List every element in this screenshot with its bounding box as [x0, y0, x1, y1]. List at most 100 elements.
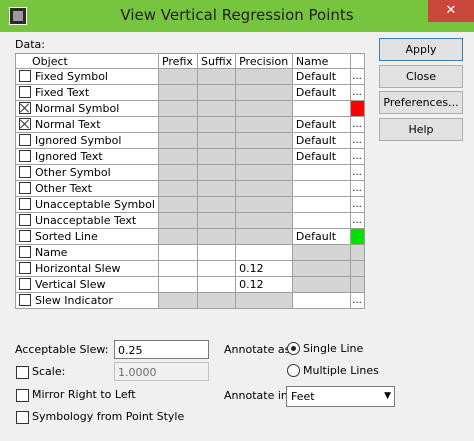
suffix-cell[interactable] [197, 276, 237, 293]
name-cell[interactable]: Default [292, 228, 351, 245]
scale-input[interactable]: 1.0000 [114, 362, 209, 381]
single-line-radio[interactable] [287, 342, 300, 355]
name-cell[interactable]: Default [292, 116, 351, 133]
row-checkbox[interactable] [19, 230, 31, 242]
name-cell[interactable]: Default [292, 84, 351, 101]
style-picker-cell[interactable]: ... [350, 68, 366, 85]
ellipsis-button[interactable]: ... [351, 85, 364, 100]
red-color-swatch[interactable] [350, 100, 366, 117]
name-cell[interactable] [292, 180, 351, 197]
mirror-checkbox[interactable] [16, 389, 29, 402]
suffix-cell [197, 180, 237, 197]
close-button[interactable]: Close [379, 65, 463, 88]
annotate-in-select[interactable]: Feet ▼ [286, 386, 395, 407]
name-cell[interactable]: Default [292, 68, 351, 85]
preferences-button[interactable]: Preferences... [379, 91, 463, 114]
row-checkbox[interactable] [19, 102, 31, 114]
mirror-label: Mirror Right to Left [32, 388, 136, 401]
row-checkbox[interactable] [19, 198, 31, 210]
name-cell[interactable] [292, 100, 351, 117]
prefix-cell [158, 100, 199, 117]
style-picker-cell[interactable]: ... [350, 180, 366, 197]
data-grid: Object Prefix Suffix Precision Name Fixe… [15, 53, 366, 309]
suffix-cell [197, 68, 237, 85]
style-picker-cell[interactable]: ... [350, 148, 366, 165]
object-label: Normal Text [35, 118, 101, 131]
col-header-prefix[interactable]: Prefix [158, 54, 199, 69]
row-checkbox[interactable] [19, 134, 31, 146]
prefix-cell[interactable] [158, 260, 199, 277]
name-cell[interactable] [292, 164, 351, 181]
col-header-object[interactable]: Object [16, 54, 159, 69]
suffix-cell[interactable] [197, 260, 237, 277]
acceptable-slew-input[interactable]: 0.25 [114, 340, 209, 359]
row-checkbox[interactable] [19, 118, 31, 130]
extra-cell [350, 260, 366, 277]
style-picker-cell[interactable]: ... [350, 116, 366, 133]
prefix-cell[interactable] [158, 276, 199, 293]
row-checkbox[interactable] [19, 70, 31, 82]
ellipsis-button[interactable]: ... [351, 69, 364, 84]
row-checkbox[interactable] [19, 278, 31, 290]
ellipsis-button[interactable]: ... [351, 149, 364, 164]
window-title: View Vertical Regression Points [120, 6, 354, 24]
style-picker-cell[interactable]: ... [350, 212, 366, 229]
row-checkbox[interactable] [19, 214, 31, 226]
name-cell[interactable] [292, 292, 351, 309]
ellipsis-button[interactable]: ... [351, 197, 364, 212]
style-picker-cell[interactable]: ... [350, 132, 366, 149]
prefix-cell[interactable] [158, 244, 199, 261]
name-cell[interactable]: Default [292, 132, 351, 149]
object-label: Fixed Symbol [35, 70, 108, 83]
row-checkbox[interactable] [19, 262, 31, 274]
ellipsis-button[interactable]: ... [351, 213, 364, 228]
suffix-cell[interactable] [197, 244, 237, 261]
precision-cell[interactable] [235, 244, 293, 261]
table-row: Name [16, 244, 366, 261]
object-label: Fixed Text [35, 86, 90, 99]
style-picker-cell[interactable]: ... [350, 292, 366, 309]
name-cell[interactable] [292, 196, 351, 213]
chevron-down-icon: ▼ [384, 391, 391, 401]
scale-checkbox[interactable] [16, 366, 29, 379]
help-button[interactable]: Help [379, 118, 463, 141]
ellipsis-button[interactable]: ... [351, 117, 364, 132]
prefix-cell [158, 164, 199, 181]
row-checkbox[interactable] [19, 182, 31, 194]
col-header-suffix[interactable]: Suffix [197, 54, 237, 69]
extra-cell [350, 276, 366, 293]
prefix-cell [158, 196, 199, 213]
row-checkbox[interactable] [19, 86, 31, 98]
close-window-button[interactable]: ✕ [428, 0, 474, 22]
precision-cell[interactable]: 0.12 [235, 260, 293, 277]
precision-cell [235, 132, 293, 149]
object-cell: Slew Indicator [16, 292, 159, 309]
style-picker-cell[interactable]: ... [350, 196, 366, 213]
object-label: Horizontal Slew [35, 262, 121, 275]
title-bar[interactable]: View Vertical Regression Points ✕ [0, 0, 474, 32]
ellipsis-button[interactable]: ... [351, 133, 364, 148]
suffix-cell [197, 132, 237, 149]
multiple-lines-radio[interactable] [287, 364, 300, 377]
ellipsis-button[interactable]: ... [351, 293, 364, 308]
name-cell[interactable]: Default [292, 148, 351, 165]
apply-button[interactable]: Apply [379, 38, 463, 61]
ellipsis-button[interactable]: ... [351, 165, 364, 180]
row-checkbox[interactable] [19, 294, 31, 306]
table-row: Unacceptable Symbol... [16, 196, 366, 213]
suffix-cell [197, 148, 237, 165]
row-checkbox[interactable] [19, 150, 31, 162]
style-picker-cell[interactable]: ... [350, 164, 366, 181]
precision-cell[interactable]: 0.12 [235, 276, 293, 293]
row-checkbox[interactable] [19, 246, 31, 258]
style-picker-cell[interactable]: ... [350, 84, 366, 101]
green-color-swatch[interactable] [350, 228, 366, 245]
col-header-name[interactable]: Name [292, 54, 351, 69]
precision-cell [235, 164, 293, 181]
symbology-checkbox[interactable] [16, 411, 29, 424]
ellipsis-button[interactable]: ... [351, 181, 364, 196]
col-header-precision[interactable]: Precision [235, 54, 293, 69]
row-checkbox[interactable] [19, 166, 31, 178]
name-cell[interactable] [292, 212, 351, 229]
annotate-in-label: Annotate in: [224, 389, 292, 402]
